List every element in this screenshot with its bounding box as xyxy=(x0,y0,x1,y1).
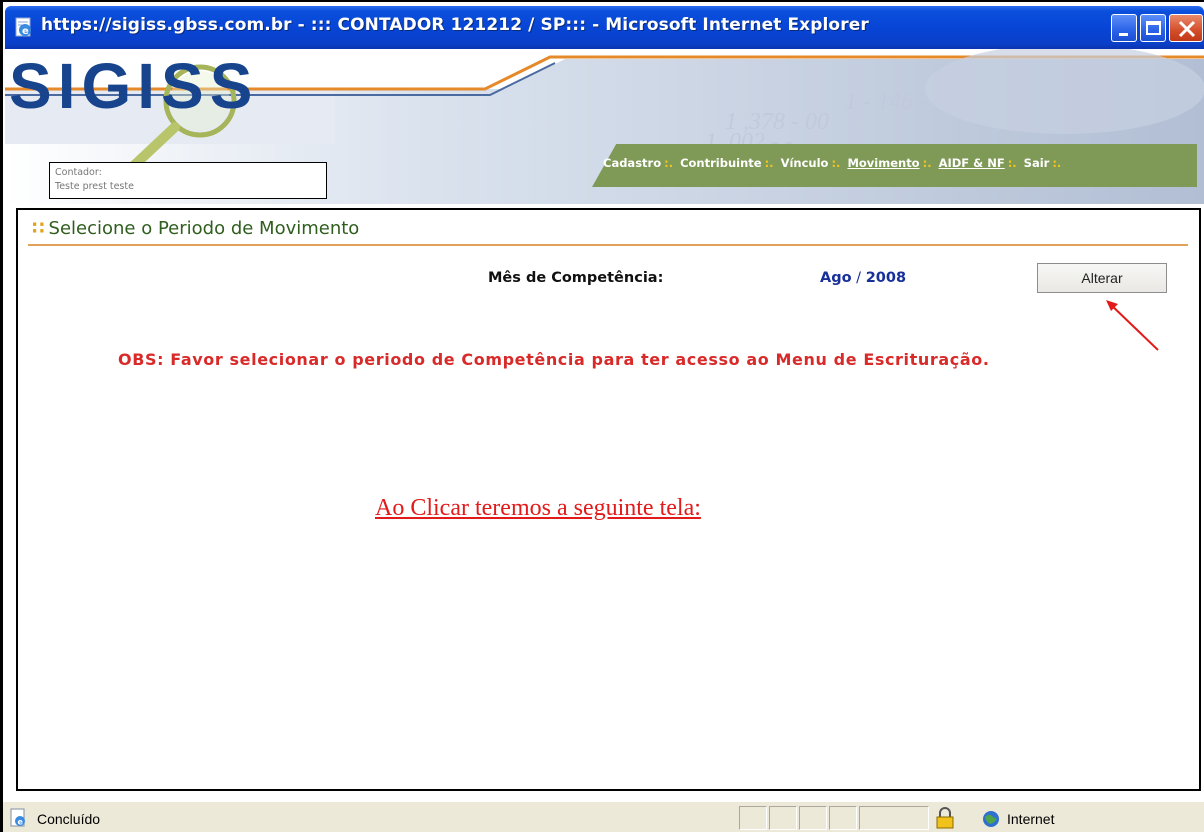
lock-icon[interactable] xyxy=(935,807,955,829)
main-nav: Cadastro:. Contribuinte:. Vínculo:. Movi… xyxy=(603,156,1064,170)
annotation-caption: Ao Clicar teremos a seguinte tela: xyxy=(375,495,701,521)
contador-info-box: Contador: Teste prest teste xyxy=(49,162,327,199)
page-title-text: Selecione o Periodo de Movimento xyxy=(48,218,360,239)
maximize-button[interactable] xyxy=(1140,14,1166,42)
mes-year: 2008 xyxy=(865,270,907,286)
svg-text:e: e xyxy=(22,26,29,37)
maximize-icon xyxy=(1146,21,1161,35)
header-banner: 1 - 146 - 00 1 ,378 - 00 1 ,002 - - SIGI… xyxy=(5,49,1204,204)
nav-separator: :. xyxy=(1052,156,1062,170)
internet-globe-icon xyxy=(983,811,999,827)
nav-item-vinculo[interactable]: Vínculo xyxy=(781,156,829,170)
nav-item-sair[interactable]: Sair xyxy=(1024,156,1050,170)
obs-message: OBS: Favor selecionar o periodo de Compe… xyxy=(118,350,990,369)
title-divider xyxy=(28,244,1188,246)
window-title: https://sigiss.gbss.com.br - ::: CONTADO… xyxy=(41,15,869,35)
status-cell xyxy=(859,806,929,830)
nav-separator: :. xyxy=(831,156,841,170)
mes-separator: / xyxy=(851,270,866,286)
svg-text:e: e xyxy=(18,818,24,827)
mes-competencia-value: Ago / 2008 xyxy=(820,270,906,286)
close-icon xyxy=(1178,20,1196,38)
ie-page-done-icon: e xyxy=(10,808,25,827)
status-cell xyxy=(829,806,857,830)
annotation-arrow-icon xyxy=(1106,300,1159,351)
nav-separator: :. xyxy=(1007,156,1017,170)
alterar-button[interactable]: Alterar xyxy=(1037,263,1167,293)
status-cell xyxy=(739,806,767,830)
minimize-icon xyxy=(1119,33,1128,36)
nav-item-cadastro[interactable]: Cadastro xyxy=(603,156,661,170)
nav-item-contribuinte[interactable]: Contribuinte xyxy=(680,156,761,170)
window-titlebar[interactable]: e https://sigiss.gbss.com.br - ::: CONTA… xyxy=(5,6,1204,49)
nav-separator: :. xyxy=(764,156,774,170)
sigiss-logo: SIGISS xyxy=(9,50,259,122)
bullet-icon: ∷ xyxy=(32,218,45,239)
mes-month: Ago xyxy=(820,270,852,286)
page-title: ∷ Selecione o Periodo de Movimento xyxy=(32,218,359,239)
nav-separator: :. xyxy=(922,156,932,170)
close-button[interactable] xyxy=(1169,14,1203,42)
content-panel: ∷ Selecione o Periodo de Movimento Mês de… xyxy=(16,208,1201,791)
contador-label: Contador: xyxy=(55,167,102,178)
mes-competencia-label: Mês de Competência: xyxy=(488,270,664,286)
nav-separator: :. xyxy=(664,156,674,170)
minimize-button[interactable] xyxy=(1111,14,1137,42)
contador-name: Teste prest teste xyxy=(55,181,134,192)
nav-item-movimento[interactable]: Movimento xyxy=(847,156,919,170)
nav-item-aidf-nf[interactable]: AIDF & NF xyxy=(939,156,1005,170)
ie-page-icon: e xyxy=(15,17,31,37)
status-bar: e Concluído Internet xyxy=(3,801,1204,832)
security-zone-label: Internet xyxy=(1007,811,1055,827)
status-text: Concluído xyxy=(37,811,101,827)
status-cell xyxy=(799,806,827,830)
status-cell xyxy=(769,806,797,830)
